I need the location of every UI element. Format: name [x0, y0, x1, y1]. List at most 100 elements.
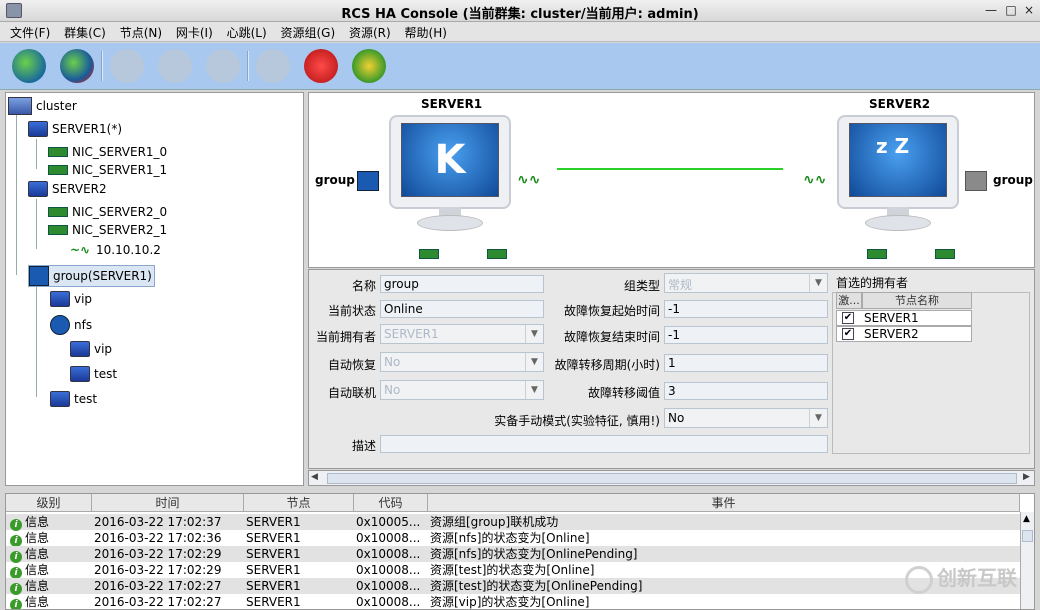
tree-label: NIC_SERVER2_1 — [72, 223, 168, 237]
server2-monitor-icon[interactable]: z Z — [837, 115, 959, 235]
log-row[interactable]: i 信息 2016-03-22 17:02:36 SERVER1 0x10008.… — [6, 530, 1020, 547]
resource-icon — [50, 291, 70, 307]
checkbox-checked-icon[interactable]: ✔ — [842, 328, 854, 340]
type-select[interactable]: 常规 ▼ — [664, 273, 828, 293]
menu-nic[interactable]: 网卡(I) — [176, 22, 213, 41]
tree-test[interactable]: test — [50, 391, 97, 407]
play-icon[interactable] — [256, 49, 290, 83]
menu-group[interactable]: 资源组(G) — [280, 22, 335, 41]
tree-label: SERVER2 — [52, 182, 107, 196]
scroll-right-icon[interactable]: ▶ — [1023, 472, 1030, 482]
info-icon: i — [10, 599, 22, 609]
nic-icon[interactable] — [419, 249, 439, 259]
tree-nic-server1-0[interactable]: NIC_SERVER1_0 — [48, 145, 167, 159]
server2-label: SERVER2 — [869, 97, 931, 111]
menu-help[interactable]: 帮助(H) — [405, 22, 447, 41]
tree-label: vip — [74, 292, 93, 306]
connect-cluster-icon[interactable] — [12, 49, 46, 83]
close-button[interactable]: × — [1020, 2, 1038, 19]
tree-nic-server1-1[interactable]: NIC_SERVER1_1 — [48, 163, 167, 177]
minimize-button[interactable]: — — [982, 2, 1000, 19]
nic-icon[interactable] — [867, 249, 887, 259]
scroll-left-icon[interactable]: ◀ — [311, 472, 318, 482]
tree-nfs[interactable]: nfs — [50, 315, 92, 335]
col-event[interactable]: 事件 — [428, 494, 1020, 512]
log-event: 资源组[group]联机成功 — [430, 515, 559, 529]
checkbox-checked-icon[interactable]: ✔ — [842, 312, 854, 324]
col-level[interactable]: 级别 — [6, 494, 92, 512]
tree-group[interactable]: group(SERVER1) — [28, 265, 155, 287]
log-row[interactable]: i 信息 2016-03-22 17:02:37 SERVER1 0x10005.… — [6, 514, 1020, 531]
log-node: SERVER1 — [246, 547, 301, 561]
nic-icon[interactable] — [487, 249, 507, 259]
fb-end-field[interactable]: -1 — [664, 326, 828, 344]
manual-mode-select[interactable]: No ▼ — [664, 408, 828, 428]
tree-nfs-test[interactable]: test — [70, 366, 117, 382]
autorecover-select[interactable]: No ▼ — [380, 352, 544, 372]
delete-icon[interactable] — [158, 49, 192, 83]
log-row[interactable]: i 信息 2016-03-22 17:02:29 SERVER1 0x10008.… — [6, 546, 1020, 563]
log-event: 资源[nfs]的状态变为[OnlinePending] — [430, 547, 638, 561]
scroll-thumb[interactable] — [327, 473, 1017, 484]
tree-label: 10.10.10.2 — [96, 243, 161, 257]
owner-row[interactable]: ✔ SERVER2 — [836, 326, 972, 342]
scroll-up-icon[interactable]: ▲ — [1023, 514, 1030, 524]
tree-label: vip — [94, 342, 113, 356]
tree-nic-server2-0[interactable]: NIC_SERVER2_0 — [48, 205, 167, 219]
fo-threshold-field[interactable]: 3 — [664, 382, 828, 400]
col-active-header[interactable]: 激... — [836, 292, 862, 309]
log-row[interactable]: i 信息 2016-03-22 17:02:27 SERVER1 0x10008.… — [6, 594, 1020, 609]
log-code: 0x10008... — [356, 563, 421, 577]
add-icon[interactable] — [110, 49, 144, 83]
menu-node[interactable]: 节点(N) — [120, 22, 162, 41]
server1-monitor-icon[interactable]: K — [389, 115, 511, 235]
tree-label: NIC_SERVER1_1 — [72, 163, 168, 177]
power-icon[interactable] — [304, 49, 338, 83]
fb-start-label: 故障恢复起始时间 — [563, 304, 660, 318]
desc-field[interactable] — [380, 435, 828, 453]
fo-period-field[interactable]: 1 — [664, 354, 828, 372]
tree-nic-server2-1[interactable]: NIC_SERVER2_1 — [48, 223, 167, 237]
log-code: 0x10008... — [356, 531, 421, 545]
log-event: 资源[nfs]的状态变为[Online] — [430, 531, 590, 545]
log-time: 2016-03-22 17:02:36 — [94, 531, 222, 545]
autoonline-value: No — [384, 383, 401, 397]
autoonline-label: 自动联机 — [327, 386, 376, 400]
edit-icon[interactable] — [206, 49, 240, 83]
menu-cluster[interactable]: 群集(C) — [64, 22, 106, 41]
menu-resource[interactable]: 资源(R) — [349, 22, 391, 41]
scroll-thumb[interactable] — [1022, 530, 1033, 542]
heartbeat-link — [557, 168, 783, 170]
log-time: 2016-03-22 17:02:29 — [94, 563, 222, 577]
tree-cluster[interactable]: cluster — [8, 97, 77, 115]
owner-select[interactable]: SERVER1 ▼ — [380, 324, 544, 344]
tree-vip[interactable]: vip — [50, 291, 92, 307]
disconnect-cluster-icon[interactable] — [60, 49, 94, 83]
menu-file[interactable]: 文件(F) — [10, 22, 50, 41]
tree-label: NIC_SERVER2_0 — [72, 205, 168, 219]
horizontal-scrollbar[interactable]: ◀ ▶ — [308, 470, 1035, 486]
col-node[interactable]: 节点 — [244, 494, 354, 512]
fb-start-field[interactable]: -1 — [664, 300, 828, 318]
log-row[interactable]: i 信息 2016-03-22 17:02:29 SERVER1 0x10008.… — [6, 562, 1020, 579]
tree-server1[interactable]: SERVER1(*) — [28, 121, 122, 137]
tree-server2[interactable]: SERVER2 — [28, 181, 107, 197]
group-inactive-icon[interactable] — [965, 171, 987, 191]
col-time[interactable]: 时间 — [92, 494, 244, 512]
autoonline-select[interactable]: No ▼ — [380, 380, 544, 400]
group-active-icon[interactable] — [357, 171, 379, 191]
state-field[interactable]: Online — [380, 300, 544, 318]
switch-icon[interactable] — [352, 49, 386, 83]
name-field[interactable]: group — [380, 275, 544, 293]
col-code[interactable]: 代码 — [354, 494, 428, 512]
tree-heartbeat-ip[interactable]: ~∿ 10.10.10.2 — [70, 243, 161, 257]
fo-period-label: 故障转移周期(小时) — [554, 358, 660, 372]
owner-row[interactable]: ✔ SERVER1 — [836, 310, 972, 326]
log-level: 信息 — [25, 531, 50, 545]
nic-icon[interactable] — [935, 249, 955, 259]
tree-nfs-vip[interactable]: vip — [70, 341, 112, 357]
maximize-button[interactable]: □ — [1002, 2, 1020, 19]
log-row[interactable]: i 信息 2016-03-22 17:02:27 SERVER1 0x10008.… — [6, 578, 1020, 595]
menu-heartbeat[interactable]: 心跳(L) — [227, 22, 267, 41]
col-name-header[interactable]: 节点名称 — [862, 292, 972, 309]
